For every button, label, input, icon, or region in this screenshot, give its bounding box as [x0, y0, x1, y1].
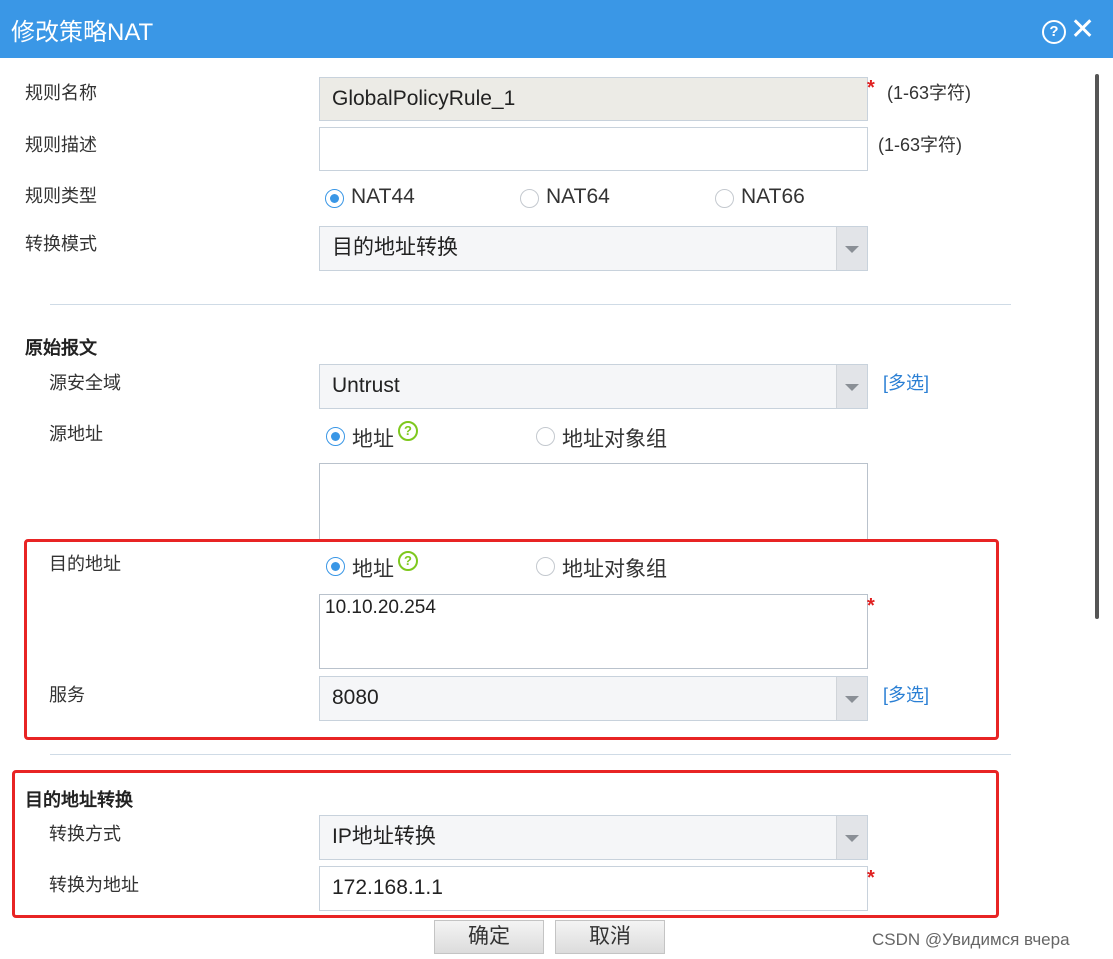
dialog-titlebar: 修改策略NAT ? ✕ — [0, 0, 1113, 58]
service-label: 服务 — [49, 685, 85, 705]
rule-desc-input[interactable] — [319, 127, 868, 171]
section-divider — [50, 304, 1011, 305]
translation-method-label: 转换方式 — [49, 824, 121, 844]
vertical-scrollbar[interactable] — [1095, 74, 1099, 619]
rule-type-nat66-label[interactable]: NAT66 — [741, 185, 805, 209]
close-icon[interactable]: ✕ — [1070, 14, 1095, 46]
dst-addr-textarea[interactable]: 10.10.20.254 — [319, 594, 868, 669]
translation-method-value: IP地址转换 — [332, 825, 436, 848]
src-addr-label: 源地址 — [49, 424, 103, 444]
section-divider — [50, 754, 1011, 755]
chevron-down-icon[interactable] — [836, 365, 867, 408]
src-addr-address-radio[interactable] — [326, 427, 345, 446]
service-multiselect-link[interactable]: [多选] — [883, 681, 929, 707]
chevron-down-icon[interactable] — [836, 677, 867, 720]
convert-mode-value: 目的地址转换 — [332, 236, 458, 259]
dst-addr-group-label[interactable]: 地址对象组 — [562, 553, 667, 583]
help-icon[interactable]: ? — [1042, 20, 1066, 44]
src-zone-label: 源安全域 — [49, 373, 121, 393]
convert-mode-label: 转换模式 — [25, 234, 97, 254]
rule-type-nat44-label[interactable]: NAT44 — [351, 185, 415, 209]
rule-desc-label: 规则描述 — [25, 135, 97, 155]
chevron-down-icon[interactable] — [836, 227, 867, 270]
rule-type-label: 规则类型 — [25, 186, 97, 206]
src-zone-select[interactable]: Untrust — [319, 364, 868, 409]
src-addr-group-radio[interactable] — [536, 427, 555, 446]
ok-button[interactable]: 确定 — [434, 920, 544, 954]
cancel-button[interactable]: 取消 — [555, 920, 665, 954]
translation-method-select[interactable]: IP地址转换 — [319, 815, 868, 860]
rule-type-nat44-radio[interactable] — [325, 189, 344, 208]
rule-name-label: 规则名称 — [25, 83, 97, 103]
rule-type-nat66-radio[interactable] — [715, 189, 734, 208]
section-original-packet: 原始报文 — [25, 338, 97, 358]
required-marker: * — [867, 867, 875, 889]
src-zone-multiselect-link[interactable]: [多选] — [883, 369, 929, 395]
convert-mode-select[interactable]: 目的地址转换 — [319, 226, 868, 271]
src-addr-textarea[interactable] — [319, 463, 868, 539]
translate-to-input[interactable]: 172.168.1.1 — [319, 866, 868, 911]
chevron-down-icon[interactable] — [836, 816, 867, 859]
required-marker: * — [867, 77, 875, 99]
dst-addr-group-radio[interactable] — [536, 557, 555, 576]
rule-type-nat64-radio[interactable] — [520, 189, 539, 208]
src-addr-group-label[interactable]: 地址对象组 — [562, 423, 667, 453]
rule-name-input[interactable]: GlobalPolicyRule_1 — [319, 77, 868, 121]
service-value: 8080 — [332, 686, 379, 709]
help-question-icon[interactable]: ? — [398, 421, 418, 441]
section-dst-translation: 目的地址转换 — [25, 790, 133, 810]
src-addr-address-label[interactable]: 地址 — [352, 423, 394, 453]
watermark: CSDN @Увидимся вчера — [872, 930, 1070, 949]
help-question-icon[interactable]: ? — [398, 551, 418, 571]
dst-addr-label: 目的地址 — [49, 554, 121, 574]
src-zone-value: Untrust — [332, 374, 400, 397]
rule-desc-hint: (1-63字符) — [878, 135, 963, 155]
dst-addr-address-label[interactable]: 地址 — [352, 553, 394, 583]
dialog-title: 修改策略NAT — [11, 19, 154, 46]
dst-addr-address-radio[interactable] — [326, 557, 345, 576]
required-marker: * — [867, 595, 875, 617]
service-select[interactable]: 8080 — [319, 676, 868, 721]
rule-type-nat64-label[interactable]: NAT64 — [546, 185, 610, 209]
translate-to-label: 转换为地址 — [49, 875, 139, 895]
rule-name-hint: (1-63字符) — [887, 83, 972, 103]
